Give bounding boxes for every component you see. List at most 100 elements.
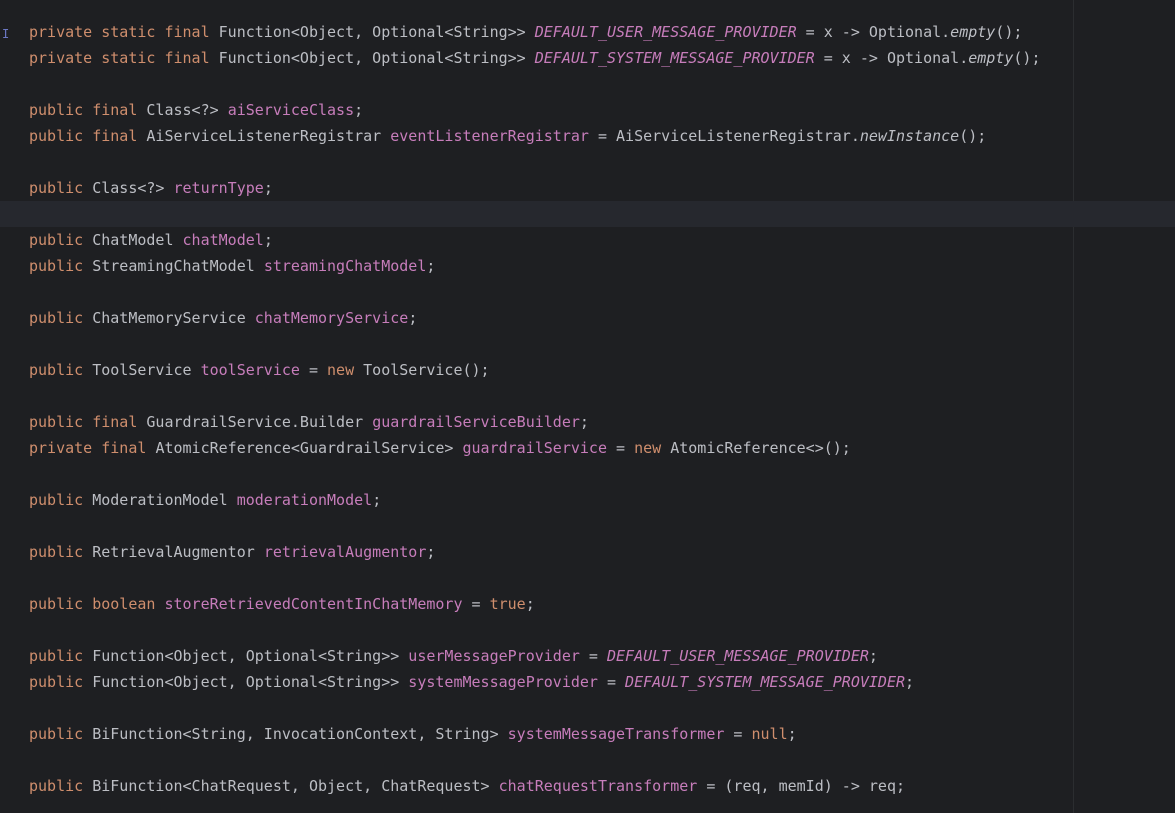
code-token: public xyxy=(29,543,93,561)
code-line[interactable]: public final GuardrailService.Builder gu… xyxy=(0,409,1175,435)
code-line[interactable] xyxy=(0,149,1175,175)
code-line[interactable] xyxy=(0,71,1175,97)
code-token: new xyxy=(327,361,364,379)
code-token: public xyxy=(29,257,93,275)
code-line[interactable]: public ChatMemoryService chatMemoryServi… xyxy=(0,305,1175,331)
code-token: ChatMemoryService xyxy=(92,309,255,327)
code-token: public final xyxy=(29,101,147,119)
code-token: ToolService xyxy=(92,361,201,379)
code-token: Class<?> xyxy=(92,179,174,197)
code-token: BiFunction<String, InvocationContext, St… xyxy=(92,725,508,743)
code-token: public xyxy=(29,647,93,665)
code-line[interactable]: public Class<?> returnType; xyxy=(0,175,1175,201)
code-token: returnType xyxy=(173,179,264,197)
code-token: chatMemoryService xyxy=(254,309,409,327)
code-token: (); xyxy=(959,127,987,145)
code-token: = xyxy=(462,595,490,613)
code-line-text: public ChatMemoryService chatMemoryServi… xyxy=(29,305,417,331)
code-line[interactable]: public ModerationModel moderationModel; xyxy=(0,487,1175,513)
code-line[interactable] xyxy=(0,461,1175,487)
code-line-text: public BiFunction<ChatRequest, Object, C… xyxy=(29,773,905,799)
code-line[interactable]: public boolean storeRetrievedContentInCh… xyxy=(0,591,1175,617)
code-line[interactable] xyxy=(0,279,1175,305)
code-line[interactable] xyxy=(0,565,1175,591)
code-line[interactable] xyxy=(0,383,1175,409)
code-line[interactable] xyxy=(0,513,1175,539)
code-line-text: private final AtomicReference<GuardrailS… xyxy=(29,435,851,461)
code-token: aiServiceClass xyxy=(227,101,355,119)
code-line[interactable]: private final AtomicReference<GuardrailS… xyxy=(0,435,1175,461)
code-line-text: public boolean storeRetrievedContentInCh… xyxy=(29,591,535,617)
code-token: BiFunction<ChatRequest, Object, ChatRequ… xyxy=(92,777,499,795)
code-token: guardrailService xyxy=(462,439,607,457)
code-token: ; xyxy=(426,257,436,275)
code-token: userMessageProvider xyxy=(408,647,580,665)
code-line[interactable]: public StreamingChatModel streamingChatM… xyxy=(0,253,1175,279)
code-token: systemMessageTransformer xyxy=(507,725,725,743)
code-line-text: public final AiServiceListenerRegistrar … xyxy=(29,123,986,149)
code-token: new xyxy=(634,439,671,457)
code-token: newInstance xyxy=(859,127,960,145)
code-line-text: public final GuardrailService.Builder gu… xyxy=(29,409,589,435)
code-token: empty xyxy=(968,49,1014,67)
code-line[interactable] xyxy=(0,617,1175,643)
code-line-text: private static final Function<Object, Op… xyxy=(29,19,1022,45)
code-token: public xyxy=(29,361,93,379)
code-line[interactable]: private static final Function<Object, Op… xyxy=(0,19,1175,45)
code-token: ; xyxy=(787,725,797,743)
code-line[interactable] xyxy=(0,695,1175,721)
code-line[interactable] xyxy=(0,331,1175,357)
code-line-text: private static final Function<Object, Op… xyxy=(29,45,1040,71)
code-token: moderationModel xyxy=(236,491,373,509)
code-token: ; xyxy=(905,673,915,691)
code-token: ; xyxy=(408,309,418,327)
code-token: chatRequestTransformer xyxy=(498,777,698,795)
code-token: public xyxy=(29,309,93,327)
code-token: = xyxy=(299,361,328,379)
code-line[interactable]: public final Class<?> aiServiceClass; xyxy=(0,97,1175,123)
code-line[interactable]: public ToolService toolService = new Too… xyxy=(0,357,1175,383)
code-token: chatModel xyxy=(182,231,264,249)
code-token: private static final xyxy=(29,23,219,41)
code-line[interactable] xyxy=(0,747,1175,773)
code-token: ; xyxy=(354,101,364,119)
code-line[interactable]: public BiFunction<String, InvocationCont… xyxy=(0,721,1175,747)
code-line[interactable]: public RetrievalAugmentor retrievalAugme… xyxy=(0,539,1175,565)
code-token: public boolean xyxy=(29,595,165,613)
code-line-text: public ModerationModel moderationModel; xyxy=(29,487,381,513)
code-token: = xyxy=(724,725,752,743)
code-token: empty xyxy=(950,23,996,41)
code-line[interactable]: private static final Function<Object, Op… xyxy=(0,45,1175,71)
code-token: = (req, memId) -> req; xyxy=(697,777,906,795)
code-line-text: public ToolService toolService = new Too… xyxy=(29,357,490,383)
code-token: DEFAULT_SYSTEM_MESSAGE_PROVIDER xyxy=(534,49,815,67)
code-token: public xyxy=(29,491,93,509)
code-token: ; xyxy=(579,413,589,431)
code-token: Function<Object, Optional<String>> xyxy=(218,23,535,41)
code-token: = xyxy=(597,673,626,691)
code-token: = x -> Optional. xyxy=(796,23,951,41)
code-token: Function<Object, Optional<String>> xyxy=(218,49,535,67)
code-token: ; xyxy=(868,647,878,665)
code-line-text: public RetrievalAugmentor retrievalAugme… xyxy=(29,539,435,565)
code-token: public xyxy=(29,777,93,795)
code-line[interactable] xyxy=(0,201,1175,227)
code-token: private final xyxy=(29,439,156,457)
code-token: = xyxy=(579,647,607,665)
code-line[interactable]: public Function<Object, Optional<String>… xyxy=(0,669,1175,695)
code-line[interactable]: public ChatModel chatModel; xyxy=(0,227,1175,253)
code-line-text: public BiFunction<String, InvocationCont… xyxy=(29,721,797,747)
code-line[interactable]: public Function<Object, Optional<String>… xyxy=(0,643,1175,669)
code-token: DEFAULT_USER_MESSAGE_PROVIDER xyxy=(606,647,869,665)
code-line[interactable]: public final AiServiceListenerRegistrar … xyxy=(0,123,1175,149)
code-token: public xyxy=(29,673,93,691)
code-editor[interactable]: I private static final Function<Object, … xyxy=(0,0,1175,813)
code-token: storeRetrievedContentInChatMemory xyxy=(164,595,463,613)
code-line[interactable]: public BiFunction<ChatRequest, Object, C… xyxy=(0,773,1175,799)
code-token: AtomicReference<>(); xyxy=(670,439,851,457)
code-token: DEFAULT_SYSTEM_MESSAGE_PROVIDER xyxy=(625,673,906,691)
code-token: ; xyxy=(426,543,436,561)
code-token: RetrievalAugmentor xyxy=(92,543,264,561)
code-token: systemMessageProvider xyxy=(408,673,598,691)
code-token: ToolService(); xyxy=(363,361,490,379)
